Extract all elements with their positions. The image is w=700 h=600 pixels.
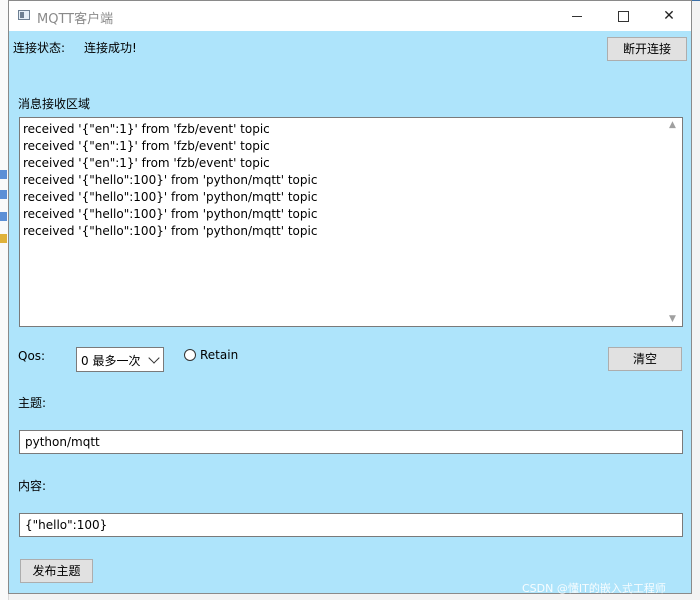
- content-input-value: {"hello":100}: [25, 518, 108, 532]
- message-line: received '{"hello":100}' from 'python/mq…: [23, 173, 318, 187]
- background-file-icon: [0, 190, 7, 199]
- qos-label: Qos:: [18, 349, 46, 363]
- retain-label[interactable]: Retain: [200, 348, 238, 362]
- retain-radio[interactable]: [184, 349, 196, 361]
- qos-select[interactable]: 0 最多一次: [76, 347, 164, 372]
- message-receive-box[interactable]: received '{"en":1}' from 'fzb/event' top…: [19, 117, 683, 327]
- scroll-up-arrow-icon[interactable]: ▲: [669, 120, 676, 130]
- connection-status-label: 连接状态:: [13, 41, 66, 55]
- topic-input-value: python/mqtt: [25, 435, 100, 449]
- minimize-icon: [572, 15, 582, 17]
- maximize-button[interactable]: [600, 1, 646, 31]
- close-button[interactable]: ✕: [646, 1, 692, 31]
- topic-label: 主题:: [18, 396, 47, 410]
- topic-input[interactable]: python/mqtt: [19, 430, 683, 454]
- publish-button[interactable]: 发布主题: [20, 559, 93, 583]
- message-line: received '{"en":1}' from 'fzb/event' top…: [23, 122, 270, 136]
- qos-selected-value: 0 最多一次: [81, 354, 141, 368]
- chevron-down-icon: [148, 352, 160, 364]
- receive-area-label: 消息接收区域: [18, 97, 91, 111]
- background-folder-icon: [0, 234, 7, 243]
- message-line: received '{"en":1}' from 'fzb/event' top…: [23, 156, 270, 170]
- disconnect-button[interactable]: 断开连接: [607, 37, 687, 61]
- message-line: received '{"hello":100}' from 'python/mq…: [23, 224, 318, 238]
- scroll-down-arrow-icon[interactable]: ▼: [669, 314, 676, 324]
- minimize-button[interactable]: [554, 1, 600, 31]
- vertical-scrollbar[interactable]: ▲ ▼: [665, 118, 682, 326]
- close-icon: ✕: [663, 8, 675, 24]
- message-line: received '{"en":1}' from 'fzb/event' top…: [23, 139, 270, 153]
- message-line: received '{"hello":100}' from 'python/mq…: [23, 190, 318, 204]
- watermark-text: CSDN @懂IT的嵌入式工程师: [522, 582, 666, 595]
- connection-status-value: 连接成功!: [84, 41, 137, 55]
- app-icon: [18, 10, 30, 20]
- background-file-icon: [0, 170, 7, 179]
- content-input[interactable]: {"hello":100}: [19, 513, 683, 537]
- content-label: 内容:: [18, 479, 47, 493]
- message-line: received '{"hello":100}' from 'python/mq…: [23, 207, 318, 221]
- clear-button[interactable]: 清空: [608, 347, 682, 371]
- title-bar[interactable]: MQTT客户端 ✕: [9, 1, 691, 31]
- window-title: MQTT客户端: [37, 12, 114, 27]
- maximize-icon: [617, 10, 629, 22]
- mqtt-client-window: MQTT客户端 ✕ 连接状态: 连接成功! 断开连接 消息接收区域 receiv…: [8, 0, 692, 594]
- background-file-icon: [0, 212, 7, 221]
